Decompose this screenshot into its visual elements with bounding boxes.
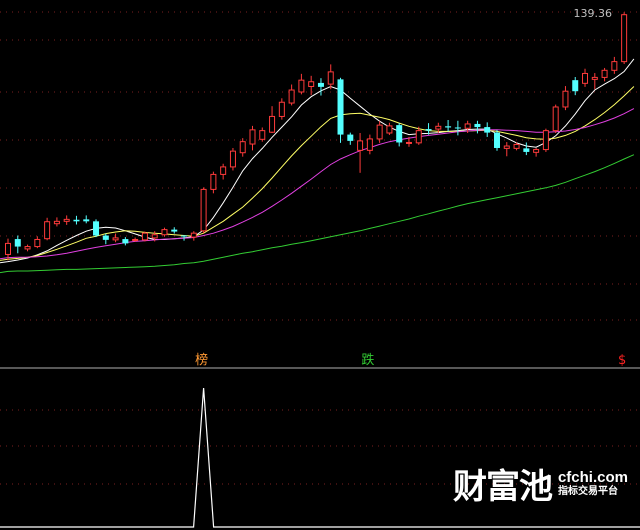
candle-body: [327, 71, 334, 85]
current-price-label: 139.36: [573, 7, 613, 20]
candle-body: [582, 72, 589, 84]
candle-body: [151, 234, 158, 239]
candle-body: [337, 79, 344, 135]
candle-body: [83, 219, 90, 222]
candle-body: [415, 130, 422, 144]
candle-body: [347, 134, 354, 141]
candle-body: [513, 143, 520, 149]
candle-body: [141, 232, 148, 241]
candle-body: [24, 246, 31, 250]
candle-body: [34, 238, 41, 248]
candle-body: [454, 127, 461, 129]
candle-body: [308, 81, 315, 87]
candle-body: [425, 129, 432, 131]
candle-body: [220, 166, 227, 175]
candle-body: [523, 148, 530, 152]
candle-body: [278, 101, 285, 117]
watermark: 财富池 cfchi.com 指标交易平台: [453, 459, 628, 508]
candle-body: [288, 89, 295, 104]
candle-body: [317, 82, 324, 87]
candle-body: [259, 130, 266, 140]
candle-body: [435, 125, 442, 130]
candle-body: [14, 239, 21, 247]
candle-body: [621, 14, 628, 63]
candle-body: [386, 125, 393, 134]
candle-body: [269, 115, 276, 133]
candle-body: [63, 218, 70, 222]
candle-body: [503, 145, 510, 149]
candle-body: [132, 238, 139, 241]
ma-line: [0, 154, 635, 274]
candle-body: [190, 232, 197, 238]
candle-body: [542, 130, 549, 151]
candle-body: [366, 138, 373, 151]
candle-body: [122, 239, 129, 244]
candle-body: [474, 123, 481, 128]
candle-body: [464, 123, 471, 129]
candle-body: [171, 229, 178, 232]
watermark-url: cfchi.com: [557, 468, 628, 486]
candle-body: [376, 124, 383, 140]
candle-body: [93, 221, 100, 236]
signal-label: 跌: [361, 352, 374, 368]
candle-body: [181, 235, 188, 237]
candle-body: [298, 79, 305, 93]
candle-body: [601, 69, 608, 78]
candle-body: [200, 188, 207, 232]
candle-body: [229, 150, 236, 168]
candle-body: [73, 219, 80, 222]
candle-body: [210, 173, 217, 190]
candle-body: [533, 149, 540, 153]
candle-body: [562, 90, 569, 108]
signal-label: 榜: [195, 352, 208, 368]
signal-label: $: [618, 353, 626, 368]
candle-body: [161, 229, 168, 236]
candle-body: [357, 140, 364, 151]
candle-body: [239, 141, 246, 154]
candle-body: [53, 220, 60, 225]
candle-body: [572, 80, 579, 92]
candle-body: [5, 242, 11, 255]
watermark-logo-text: 财富池: [452, 467, 553, 507]
candle-body: [44, 221, 51, 240]
candle-body: [112, 237, 119, 241]
candle-body: [249, 129, 256, 145]
candle-body: [552, 106, 559, 132]
candle-body: [445, 126, 452, 128]
candle-body: [396, 125, 403, 143]
candle-body: [591, 76, 598, 80]
watermark-subtitle: 指标交易平台: [557, 486, 618, 498]
candle-body: [494, 132, 500, 148]
candle-body: [405, 141, 412, 144]
candle-body: [611, 61, 618, 71]
kline-chart: 榜 跌 $: [0, 11, 640, 528]
candle-body: [484, 127, 491, 133]
candle-body: [102, 235, 109, 240]
